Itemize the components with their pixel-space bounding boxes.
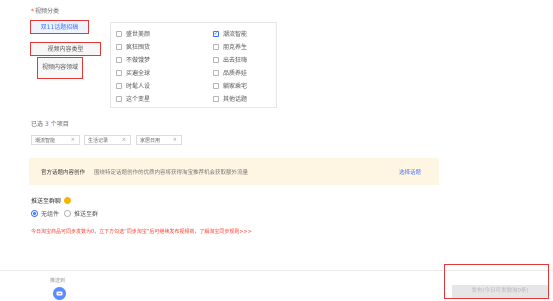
- checkbox-panel: 盛世美颜 ✓ 潮流智能 疯狂囤货 朋克养生 不做饿梦 出去狂嗨 买遍全球 品质养娃…: [110, 22, 277, 108]
- checkbox-icon[interactable]: [213, 43, 219, 50]
- checkbox-icon[interactable]: [213, 82, 219, 89]
- checkbox-icon[interactable]: [116, 43, 122, 50]
- checkbox-option[interactable]: 买遍全球: [116, 68, 150, 77]
- banner-description: 围绕特定话题创作的优质内容将获得淘宝推荐机会获取额外流量: [94, 170, 249, 176]
- tag-label: 家居日用: [140, 137, 161, 144]
- checkbox-label: 时髦人设: [126, 83, 151, 90]
- footer-tool-label: 推送到: [50, 278, 66, 284]
- push-label-text: 推送至群聊: [31, 198, 62, 205]
- help-icon[interactable]: [64, 197, 72, 204]
- radio-icon[interactable]: [64, 210, 71, 217]
- checkbox-label: 躺家乘宅: [223, 83, 248, 90]
- checkbox-icon[interactable]: [116, 95, 122, 102]
- checkbox-label: 其他话题: [223, 96, 248, 103]
- checkbox-icon[interactable]: [116, 56, 122, 63]
- checkbox-option[interactable]: 其他话题: [213, 94, 247, 103]
- checkbox-label: 这个变星: [126, 96, 151, 103]
- checkbox-icon[interactable]: [116, 30, 122, 37]
- selected-tag: 潮流智能 ×: [31, 135, 80, 145]
- checkbox-option[interactable]: 躺家乘宅: [213, 81, 247, 90]
- close-icon[interactable]: ×: [71, 137, 75, 143]
- radio-label: 推送至群: [74, 211, 99, 218]
- selected-count-number: 3: [44, 121, 49, 128]
- checkbox-option[interactable]: 不做饿梦: [116, 55, 150, 64]
- sync-warning-text: 今日淘宝商品可同步发数为0，立下方勾选“同步淘宝”后可继续发布视频商，了解淘宝同…: [31, 229, 252, 235]
- message-icon[interactable]: [53, 287, 66, 300]
- checkbox-label: 买遍全球: [126, 70, 151, 77]
- checkbox-label: 潮流智能: [223, 31, 248, 38]
- checkbox-option[interactable]: 盛世美颜: [116, 29, 150, 38]
- checkbox-option[interactable]: ✓ 潮流智能: [213, 29, 247, 38]
- checkbox-option[interactable]: 疯狂囤货: [116, 42, 150, 51]
- radio-selected-icon[interactable]: [31, 210, 38, 217]
- checkbox-label: 疯狂囤货: [126, 44, 151, 51]
- category-tab-content-type[interactable]: 视频内容类型: [30, 42, 101, 56]
- select-topic-link[interactable]: 选择话题: [399, 168, 421, 176]
- radio-option-push[interactable]: 推送至群: [64, 209, 98, 218]
- section-title: *视频分类: [31, 6, 59, 15]
- checkbox-label: 不做饿梦: [126, 57, 151, 64]
- checkbox-option[interactable]: 品质养娃: [213, 68, 247, 77]
- checkbox-checked-icon[interactable]: ✓: [213, 30, 219, 37]
- checkbox-icon[interactable]: [213, 56, 219, 63]
- selected-prefix: 已选: [31, 121, 44, 128]
- checkbox-option[interactable]: 时髦人设: [116, 81, 150, 90]
- selected-count: 已选 3 个项目: [31, 119, 69, 128]
- tag-label: 生活记录: [88, 137, 109, 144]
- publish-button[interactable]: 发布(今日可发微淘0条): [452, 285, 548, 298]
- selected-tag: 生活记录 ×: [84, 135, 131, 145]
- section-title-text: 视频分类: [35, 8, 60, 15]
- close-icon[interactable]: ×: [173, 137, 177, 143]
- selected-suffix: 个项目: [50, 121, 69, 128]
- checkbox-icon[interactable]: [213, 95, 219, 102]
- radio-option-none[interactable]: 无组件: [31, 209, 59, 218]
- selected-tag: 家居日用 ×: [136, 135, 182, 145]
- category-tab-content-domain[interactable]: 视频内容领域: [37, 57, 83, 79]
- checkbox-icon[interactable]: [116, 69, 122, 76]
- required-mark: *: [31, 8, 34, 15]
- checkbox-label: 品质养娃: [223, 70, 248, 77]
- checkbox-option[interactable]: 这个变星: [116, 94, 150, 103]
- checkbox-label: 盛世美颜: [126, 31, 151, 38]
- checkbox-label: 出去狂嗨: [223, 57, 248, 64]
- category-tab-topic[interactable]: 双11话题招稿: [30, 20, 89, 34]
- push-label: 推送至群聊: [31, 196, 72, 205]
- checkbox-label: 朋克养生: [223, 44, 248, 51]
- tag-label: 潮流智能: [35, 137, 56, 144]
- banner-title: 官方话题内容创作: [41, 170, 86, 176]
- checkbox-option[interactable]: 朋克养生: [213, 42, 247, 51]
- close-icon[interactable]: ×: [122, 137, 126, 143]
- radio-label: 无组件: [41, 211, 60, 218]
- message-icon-glyph: [56, 291, 63, 295]
- checkbox-option[interactable]: 出去狂嗨: [213, 55, 247, 64]
- checkbox-icon[interactable]: [116, 82, 122, 89]
- checkbox-icon[interactable]: [213, 69, 219, 76]
